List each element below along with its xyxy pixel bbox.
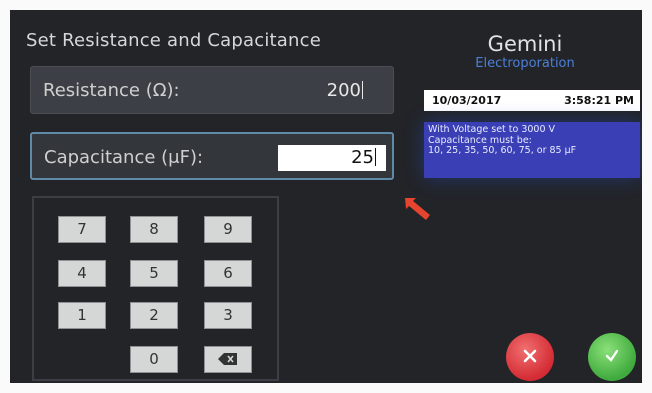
cancel-button[interactable] <box>506 333 554 381</box>
resistance-value: 200 <box>326 80 361 101</box>
key-2[interactable]: 2 <box>130 302 178 329</box>
brand-subtitle: Electroporation <box>475 56 575 71</box>
hint-line-3: 10, 25, 35, 50, 60, 75, or 85 μF <box>428 145 577 156</box>
time-display: 3:58:21 PM <box>564 94 634 107</box>
brand-block: Gemini Electroporation <box>455 32 595 71</box>
hint-line-1: With Voltage set to 3000 V <box>428 124 556 135</box>
resistance-label: Resistance (Ω): <box>43 80 180 101</box>
app-screen: Set Resistance and Capacitance Resistanc… <box>10 10 642 383</box>
key-7[interactable]: 7 <box>58 216 106 243</box>
key-4[interactable]: 4 <box>58 260 106 287</box>
resistance-value-wrap: 200 <box>327 80 363 101</box>
text-caret <box>362 81 363 99</box>
key-9[interactable]: 9 <box>204 216 252 243</box>
key-3[interactable]: 3 <box>204 302 252 329</box>
capacitance-hint: With Voltage set to 3000 V Capacitance m… <box>424 122 640 178</box>
date-display: 10/03/2017 <box>432 94 502 107</box>
key-6[interactable]: 6 <box>204 260 252 287</box>
close-icon <box>523 349 537 363</box>
numeric-keypad: 7 8 9 4 5 6 1 2 3 0 <box>32 196 279 381</box>
datetime-bar: 10/03/2017 3:58:21 PM <box>424 90 640 111</box>
key-8[interactable]: 8 <box>130 216 178 243</box>
backspace-key[interactable] <box>204 346 252 373</box>
key-5[interactable]: 5 <box>130 260 178 287</box>
capacitance-input[interactable]: 25 <box>278 145 386 171</box>
capacitance-value: 25 <box>351 147 374 168</box>
key-0[interactable]: 0 <box>130 346 178 373</box>
key-1[interactable]: 1 <box>58 302 106 329</box>
confirm-button[interactable] <box>588 333 636 381</box>
page-title: Set Resistance and Capacitance <box>26 30 322 51</box>
backspace-icon <box>218 353 237 365</box>
check-icon <box>605 349 619 362</box>
resistance-field[interactable]: Resistance (Ω): 200 <box>30 66 394 114</box>
capacitance-label: Capacitance (μF): <box>44 147 204 168</box>
text-caret <box>375 148 376 166</box>
pointer-arrow-icon <box>405 198 430 220</box>
brand-name: Gemini <box>487 32 563 56</box>
capacitance-field[interactable]: Capacitance (μF): 25 <box>30 132 394 180</box>
